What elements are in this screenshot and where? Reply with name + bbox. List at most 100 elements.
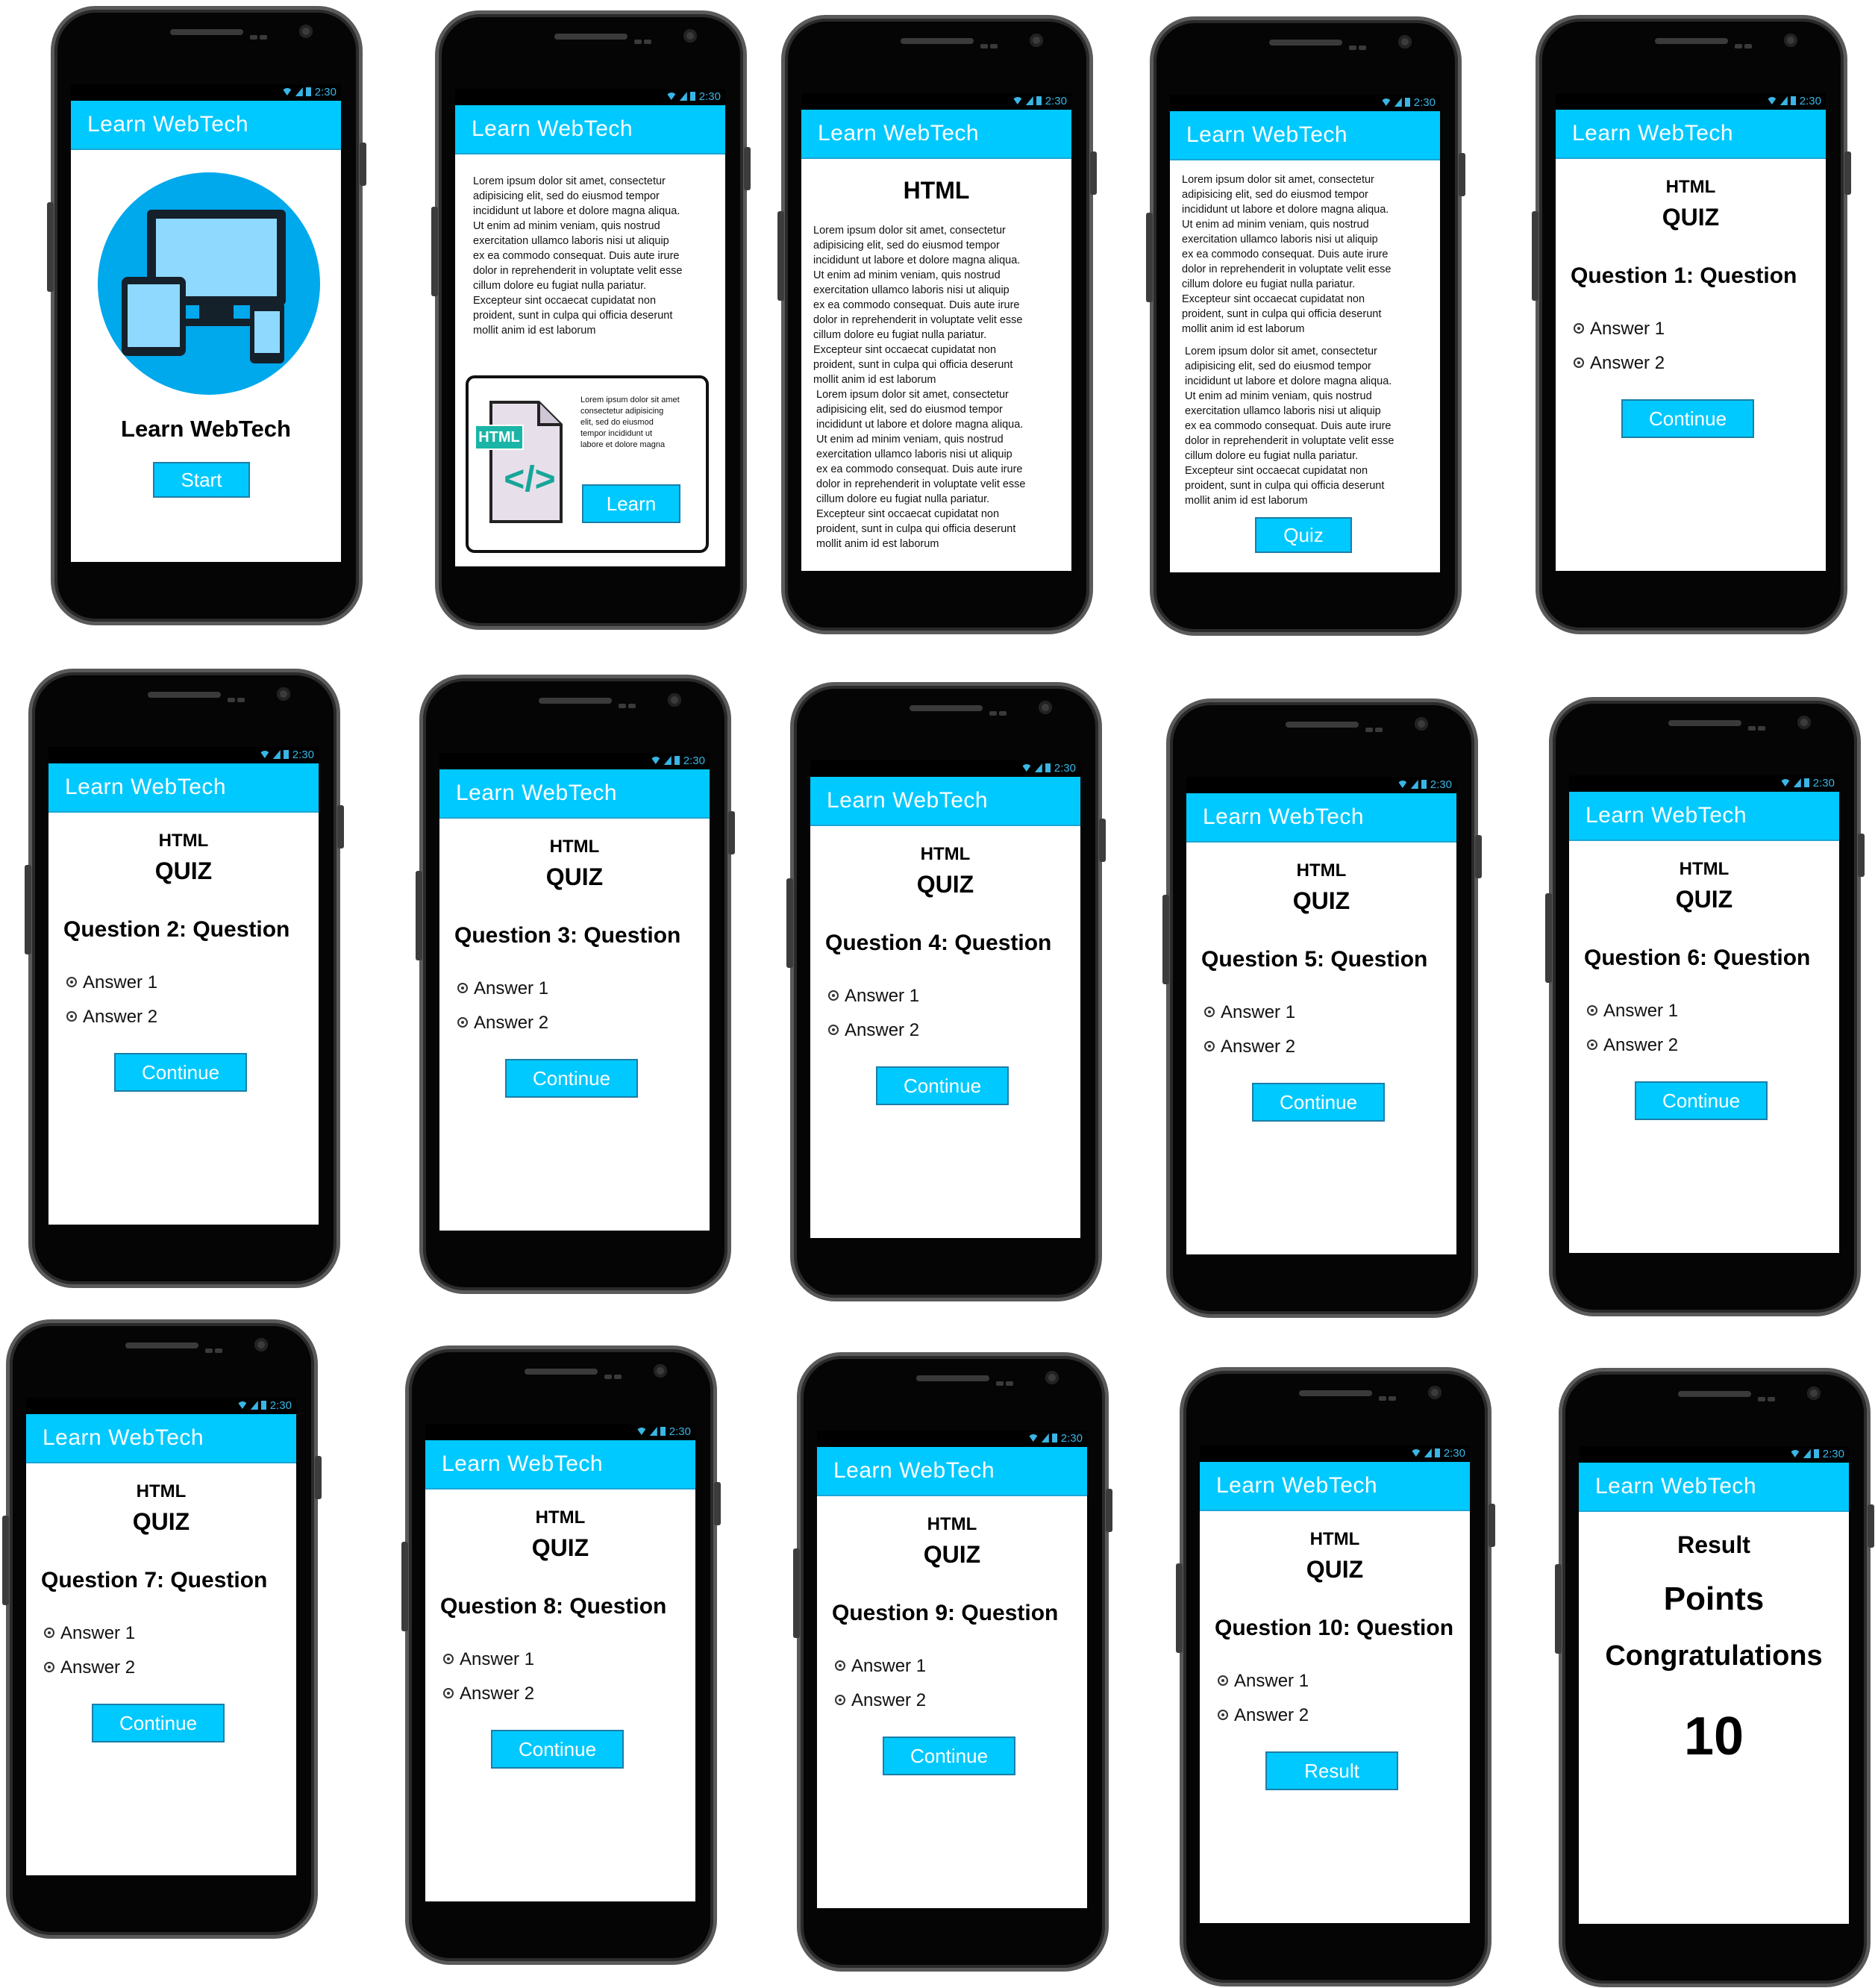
- answer-option-1[interactable]: Answer 1: [1204, 1002, 1295, 1023]
- radio-button-icon[interactable]: [835, 1695, 845, 1705]
- answer-option-1[interactable]: Answer 1: [66, 972, 157, 993]
- radio-button-icon[interactable]: [1204, 1041, 1215, 1051]
- screen-content: HTML QUIZ Question 2: Question Answer 1 Answ…: [48, 813, 319, 1225]
- answer-option-2[interactable]: Answer 2: [1204, 1037, 1295, 1057]
- answer-option-2[interactable]: Answer 2: [44, 1657, 135, 1678]
- status-bar: 2:30: [1186, 777, 1456, 793]
- app-title-bar: Learn WebTech: [48, 763, 319, 813]
- answer-option-1[interactable]: Answer 1: [1218, 1671, 1309, 1692]
- battery-icon: [1045, 763, 1051, 772]
- continue-button[interactable]: Continue: [114, 1053, 247, 1092]
- start-button[interactable]: Start: [153, 462, 250, 498]
- signal-icon: [272, 750, 281, 759]
- continue-button[interactable]: Continue: [92, 1704, 225, 1742]
- question-text: Question 6: Question: [1584, 945, 1811, 970]
- continue-button[interactable]: Continue: [491, 1730, 624, 1769]
- answer-option-1[interactable]: Answer 1: [443, 1649, 534, 1670]
- quiz-title: QUIZ: [1306, 1556, 1364, 1583]
- radio-button-icon[interactable]: [1574, 357, 1584, 368]
- status-time: 2:30: [314, 86, 337, 99]
- front-camera-icon: [1797, 716, 1811, 729]
- answer-option-1[interactable]: Answer 1: [44, 1623, 135, 1644]
- answer-label: Answer 1: [851, 1656, 927, 1676]
- quiz-subject: HTML: [1296, 860, 1347, 881]
- volume-button: [416, 871, 422, 960]
- radio-button-icon[interactable]: [835, 1660, 845, 1671]
- volume-button: [1146, 213, 1153, 302]
- answer-option-2[interactable]: Answer 2: [457, 1013, 548, 1034]
- continue-button[interactable]: Continue: [1252, 1083, 1385, 1122]
- radio-button-icon[interactable]: [1587, 1005, 1597, 1016]
- wifi-icon: [1021, 764, 1032, 772]
- earpiece-speaker: [901, 38, 974, 44]
- answer-option-2[interactable]: Answer 2: [835, 1690, 926, 1711]
- screen-content: HTML QUIZ Question 10: Question Answer 1 Ans…: [1200, 1511, 1470, 1923]
- answer-option-2[interactable]: Answer 2: [1574, 353, 1665, 374]
- radio-button-icon[interactable]: [457, 1017, 468, 1028]
- radio-button-icon[interactable]: [443, 1654, 454, 1664]
- radio-button-icon[interactable]: [443, 1688, 454, 1698]
- html-badge: HTML: [475, 425, 524, 450]
- quiz-subject: HTML: [1309, 1529, 1360, 1549]
- answer-option-1[interactable]: Answer 1: [835, 1656, 926, 1677]
- html-lesson-card[interactable]: HTML </> Lorem ipsum dolor sit amet consec…: [466, 375, 709, 553]
- radio-button-icon[interactable]: [828, 1025, 839, 1035]
- answer-option-1[interactable]: Answer 1: [828, 986, 919, 1007]
- continue-button[interactable]: Continue: [505, 1059, 638, 1098]
- sensor-dots: [205, 1343, 231, 1353]
- answer-option-1[interactable]: Answer 1: [1574, 319, 1665, 340]
- answer-option-2[interactable]: Answer 2: [66, 1007, 157, 1028]
- continue-button[interactable]: Continue: [1621, 399, 1754, 438]
- screen-content: Learn WebTech Start: [71, 150, 341, 562]
- radio-button-icon[interactable]: [44, 1628, 54, 1638]
- answer-option-2[interactable]: Answer 2: [1218, 1705, 1309, 1726]
- quiz-subject: HTML: [927, 1514, 977, 1534]
- status-time: 2:30: [1799, 95, 1821, 107]
- answer-option-2[interactable]: Answer 2: [443, 1684, 534, 1704]
- wifi-icon: [650, 757, 661, 764]
- screen-content: HTML QUIZ Question 5: Question Answer 1 Answ…: [1186, 843, 1456, 1254]
- volume-button: [25, 865, 31, 954]
- answer-label: Answer 1: [60, 1623, 136, 1643]
- sensor-dots: [1365, 722, 1391, 732]
- quiz-button[interactable]: Quiz: [1255, 517, 1352, 553]
- radio-button-icon[interactable]: [44, 1662, 54, 1672]
- radio-button-icon[interactable]: [457, 983, 468, 993]
- radio-button-icon[interactable]: [1204, 1007, 1215, 1017]
- learn-button[interactable]: Learn: [582, 484, 680, 523]
- battery-icon: [305, 87, 311, 96]
- answer-option-2[interactable]: Answer 2: [828, 1020, 919, 1041]
- radio-button-icon[interactable]: [828, 990, 839, 1001]
- quiz-subject: HTML: [920, 844, 971, 864]
- earpiece-speaker: [1286, 722, 1359, 728]
- screen-content: HTML QUIZ Question 1: Question Answer 1 Answ…: [1556, 159, 1826, 571]
- radio-button-icon[interactable]: [1218, 1675, 1228, 1686]
- answer-label: Answer 1: [83, 972, 158, 993]
- continue-button[interactable]: Continue: [876, 1066, 1009, 1105]
- phone-mockup: 2:30 Learn WebTech HTML QUIZ Question 10: Qu…: [1176, 1367, 1495, 1987]
- continue-button[interactable]: Continue: [883, 1737, 1015, 1775]
- front-camera-icon: [299, 25, 313, 38]
- screen-content: HTML QUIZ Question 6: Question Answer 1 Answ…: [1569, 841, 1839, 1253]
- answer-option-1[interactable]: Answer 1: [1587, 1001, 1678, 1022]
- reading-paragraph-2: Lorem ipsum dolor sit amet, consectetur …: [1185, 346, 1394, 507]
- screen-content: Result Points Congratulations 10: [1579, 1512, 1849, 1924]
- quiz-subject: HTML: [549, 837, 600, 857]
- answer-option-2[interactable]: Answer 2: [1587, 1035, 1678, 1056]
- status-time: 2:30: [292, 748, 314, 761]
- radio-button-icon[interactable]: [66, 1011, 77, 1022]
- app-title-bar: Learn WebTech: [71, 101, 341, 150]
- radio-button-icon[interactable]: [1218, 1710, 1228, 1720]
- continue-button[interactable]: Continue: [1635, 1081, 1768, 1120]
- app-screen: 2:30 Learn WebTech HTML QUIZ Question 8: Que…: [425, 1424, 695, 1901]
- answer-option-1[interactable]: Answer 1: [457, 978, 548, 999]
- radio-button-icon[interactable]: [66, 977, 77, 987]
- status-bar: 2:30: [455, 89, 725, 105]
- status-time: 2:30: [1054, 762, 1076, 775]
- result-button[interactable]: Result: [1265, 1751, 1398, 1790]
- radio-button-icon[interactable]: [1587, 1040, 1597, 1050]
- sensor-dots: [604, 1369, 630, 1379]
- radio-button-icon[interactable]: [1574, 323, 1584, 334]
- points-label: Points: [1663, 1581, 1765, 1617]
- phone-mockup: 2:30 Learn WebTech Learn WebTech Start: [47, 6, 366, 625]
